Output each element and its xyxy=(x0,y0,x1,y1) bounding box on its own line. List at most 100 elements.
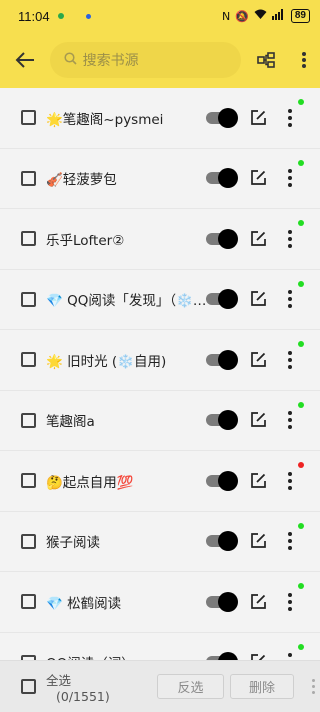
edit-icon[interactable] xyxy=(249,532,267,550)
bottom-bar: 全选 (0/1551) 反选 删除 xyxy=(0,660,320,712)
enable-switch[interactable] xyxy=(206,410,238,431)
source-row[interactable]: 乐乎Lofter② xyxy=(0,209,320,270)
row-more-button[interactable] xyxy=(280,529,300,553)
source-checkbox[interactable] xyxy=(21,473,36,489)
search-placeholder: 搜索书源 xyxy=(82,53,139,69)
enable-switch[interactable] xyxy=(206,591,238,612)
source-checkbox[interactable] xyxy=(21,110,36,126)
source-row[interactable]: 🌟笔趣阁~pysmei xyxy=(0,88,320,149)
switch-knob xyxy=(218,168,238,189)
group-button[interactable] xyxy=(245,32,289,88)
source-name: 🤔起点自用💯 xyxy=(46,474,134,491)
switch-knob xyxy=(218,349,238,370)
edit-icon[interactable] xyxy=(249,290,267,308)
select-all-checkbox[interactable] xyxy=(21,679,36,694)
row-more-button[interactable] xyxy=(280,348,300,372)
back-button[interactable] xyxy=(0,32,50,88)
row-more-button[interactable] xyxy=(280,590,300,614)
notification-dot-icon xyxy=(57,13,64,19)
source-checkbox[interactable] xyxy=(21,594,36,610)
bottom-more-button[interactable] xyxy=(312,679,315,694)
source-name: 🎻轻菠萝包 xyxy=(46,172,117,189)
status-dot xyxy=(298,341,304,347)
status-dot xyxy=(298,583,304,589)
source-row[interactable]: 💎 松鹤阅读 xyxy=(0,572,320,633)
source-row[interactable]: 🎻轻菠萝包 xyxy=(0,148,320,209)
status-time: 11:04 xyxy=(18,8,50,24)
select-all-label[interactable]: 全选 xyxy=(46,670,136,689)
source-checkbox[interactable] xyxy=(21,352,36,368)
notification-dot-icon xyxy=(85,13,91,19)
row-more-button[interactable] xyxy=(280,106,300,130)
enable-switch[interactable] xyxy=(206,168,238,189)
dot xyxy=(288,592,292,597)
arrow-left-icon xyxy=(15,52,34,68)
more-vert-button[interactable] xyxy=(288,32,320,88)
edit-icon[interactable] xyxy=(249,169,267,187)
source-row[interactable]: 🌟 旧时光 (❄️自用) xyxy=(0,330,320,391)
edit-icon[interactable] xyxy=(249,411,267,429)
source-checkbox[interactable] xyxy=(21,291,36,307)
source-name: 🌟 旧时光 (❄️自用) xyxy=(46,353,167,370)
row-more-button[interactable] xyxy=(280,166,300,190)
row-more-button[interactable] xyxy=(280,227,300,251)
dot xyxy=(288,539,292,544)
edit-icon[interactable] xyxy=(249,653,267,660)
switch-knob xyxy=(218,107,238,128)
source-row[interactable]: 笔趣阁a xyxy=(0,390,320,451)
status-dot xyxy=(298,401,304,408)
source-name: QQ阅读（词） xyxy=(46,652,216,660)
dot xyxy=(288,169,292,174)
dot xyxy=(288,176,292,181)
edit-icon[interactable] xyxy=(249,472,267,490)
status-dot xyxy=(298,220,304,226)
source-row[interactable]: QQ阅读（词） xyxy=(0,632,320,660)
source-checkbox[interactable] xyxy=(21,533,36,549)
dot xyxy=(288,108,292,113)
search-icon xyxy=(64,51,77,69)
edit-icon[interactable] xyxy=(249,230,267,248)
source-name: 🌟笔趣阁~pysmei xyxy=(46,111,164,128)
dot xyxy=(288,304,292,309)
enable-switch[interactable] xyxy=(206,470,238,491)
source-checkbox[interactable] xyxy=(21,170,36,186)
dot xyxy=(288,122,292,127)
enable-switch[interactable] xyxy=(206,107,238,128)
source-row[interactable]: 💎 QQ阅读「发现」（❄️自用） xyxy=(0,269,320,330)
edit-icon[interactable] xyxy=(249,351,267,369)
source-checkbox[interactable] xyxy=(21,231,36,247)
source-name: 💎 QQ阅读「发现」（❄️自用） xyxy=(46,293,216,310)
enable-switch[interactable] xyxy=(206,531,238,552)
dot xyxy=(288,411,292,416)
source-row[interactable]: 猴子阅读 xyxy=(0,511,320,572)
row-more-button[interactable] xyxy=(280,469,300,493)
invert-selection-button[interactable]: 反选 xyxy=(157,674,224,699)
enable-switch[interactable] xyxy=(206,349,238,370)
switch-knob xyxy=(218,289,238,310)
enable-switch[interactable] xyxy=(206,228,238,249)
switch-knob xyxy=(218,652,238,660)
source-list: 🌟笔趣阁~pysmei 🎻轻菠萝包乐乎Lofter② 💎 QQ阅读「发现」（❄️自用… xyxy=(0,88,320,660)
row-more-button[interactable] xyxy=(280,408,300,432)
edit-icon[interactable] xyxy=(249,593,267,611)
dot xyxy=(288,364,292,369)
source-checkbox[interactable] xyxy=(21,412,36,428)
enable-switch[interactable] xyxy=(206,289,238,310)
row-more-button[interactable] xyxy=(280,650,300,660)
status-dot xyxy=(298,280,304,287)
row-more-button[interactable] xyxy=(280,287,300,311)
switch-knob xyxy=(218,531,238,552)
search-input[interactable]: 搜索书源 xyxy=(49,42,241,78)
status-dot xyxy=(298,99,304,105)
dot xyxy=(288,290,292,295)
source-row[interactable]: 🤔起点自用💯 xyxy=(0,451,320,512)
edit-icon[interactable] xyxy=(249,109,267,127)
dot xyxy=(288,236,292,241)
status-icons: N 🔕 89 xyxy=(222,9,310,23)
select-all-label-group: 全选 (0/1551) xyxy=(46,670,136,704)
delete-button[interactable]: 删除 xyxy=(230,674,294,699)
source-name: 笔趣阁a xyxy=(46,414,95,431)
dot xyxy=(288,229,292,234)
status-bar: 11:04 N 🔕 89 xyxy=(0,0,320,32)
dot xyxy=(288,115,292,120)
